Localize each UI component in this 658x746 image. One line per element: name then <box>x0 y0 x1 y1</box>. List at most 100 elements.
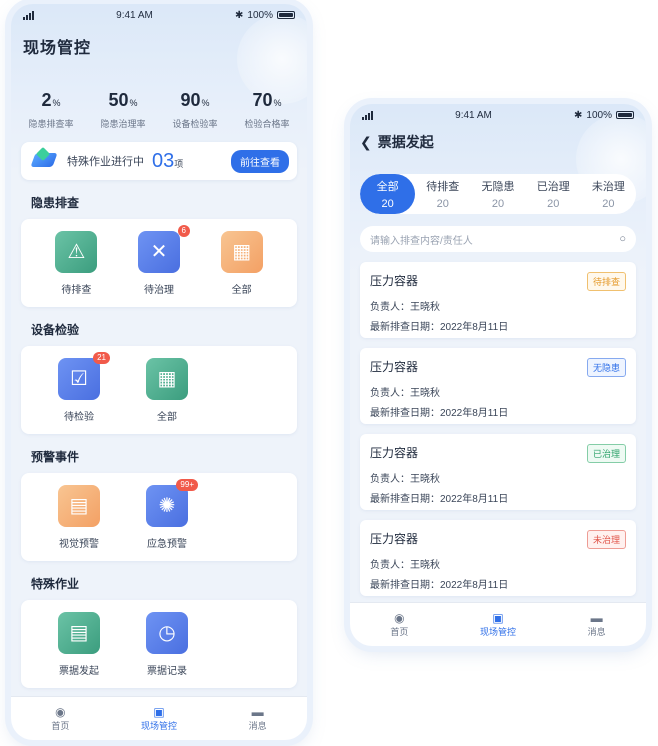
entry-label: 票据记录 <box>147 665 187 677</box>
entry-warning-search[interactable]: ⚠ 待排查 <box>35 230 118 296</box>
battery-icon <box>615 111 634 119</box>
tab-label: 现场管控 <box>479 627 516 637</box>
count-badge: 21 <box>93 351 110 364</box>
section-card: ▤ 视觉预警 ✺ 99+ 应急预警 <box>21 473 297 561</box>
signal-icon <box>362 110 373 120</box>
bottom-tab-bar: ◉ 首页 ▣ 现场管控 ▬ 消息 <box>350 602 646 646</box>
stat-number: 50 <box>108 90 129 110</box>
filter-tab[interactable]: 待排查 20 <box>415 174 470 214</box>
clipboard-icon: ▣ <box>492 611 504 625</box>
filter-tab[interactable]: 已治理 20 <box>526 174 581 214</box>
view-now-button[interactable]: 前往查看 <box>231 149 289 173</box>
tab-home[interactable]: ◉ 首页 <box>364 611 434 638</box>
battery-percent: 100% <box>247 9 273 21</box>
section-title: 特殊作业 <box>31 577 80 591</box>
stat-label: 设备检验率 <box>172 119 218 129</box>
siren-icon: ✺ 99+ <box>146 478 198 527</box>
tab-messages[interactable]: ▬ 消息 <box>562 611 632 638</box>
entry-label: 待治理 <box>144 284 174 296</box>
tab-label: 消息 <box>587 627 606 637</box>
entry-grid[interactable]: ▦ 全部 <box>123 357 211 423</box>
clipboard-icon: ▣ <box>153 705 165 719</box>
search-placeholder: 请输入排查内容/责任人 <box>370 235 473 247</box>
battery-icon <box>276 11 295 19</box>
filter-count: 20 <box>547 198 560 210</box>
stat-unit: % <box>52 98 61 108</box>
ticket-card[interactable]: 压力容器 负责人：王晓秋 最新排查日期：2022年8月11日 无隐患 <box>360 348 636 424</box>
document-warning-icon: ▤ <box>58 484 100 527</box>
stat-unit: % <box>201 98 210 108</box>
section-card: ☑ 21 待检验 ▦ 全部 <box>21 346 297 434</box>
ticket-owner: 负责人：王晓秋 <box>370 474 440 485</box>
entry-label: 视觉预警 <box>59 538 99 550</box>
filter-tab[interactable]: 无隐患 20 <box>470 174 525 214</box>
entry-clipboard-check[interactable]: ☑ 21 待检验 <box>35 351 123 423</box>
section-title: 设备检验 <box>31 323 80 337</box>
stat-item: 50% 隐患治理率 <box>92 90 154 130</box>
count-badge: 6 <box>177 224 190 237</box>
back-icon[interactable]: ❮ <box>360 134 372 151</box>
ticket-list: 压力容器 负责人：王晓秋 最新排查日期：2022年8月11日 待排查 压力容器 负责人：王… <box>350 262 646 596</box>
stat-value: 90% <box>164 90 226 111</box>
entry-label: 全部 <box>157 411 177 423</box>
entry-grid[interactable]: ▦ 全部 <box>200 230 283 296</box>
filter-label: 无隐患 <box>481 181 515 193</box>
search-input[interactable]: 请输入排查内容/责任人 ○ <box>360 226 636 252</box>
entry-document-clock[interactable]: ◷ 票据记录 <box>123 611 211 677</box>
warning-search-icon: ⚠ <box>55 230 98 273</box>
status-badge: 待排查 <box>586 272 626 291</box>
page-title: 现场管控 <box>23 40 92 57</box>
entry-label: 票据发起 <box>59 665 99 677</box>
battery-percent: 100% <box>586 109 612 121</box>
section-card: ▤ 票据发起 ◷ 票据记录 <box>21 600 297 688</box>
stat-label: 检验合格率 <box>244 119 290 129</box>
location-pin-icon: ◉ <box>55 705 66 719</box>
entry-siren[interactable]: ✺ 99+ 应急预警 <box>123 478 211 550</box>
chat-icon: ▬ <box>590 611 603 625</box>
cube-icon <box>29 146 61 173</box>
filter-count: 20 <box>602 198 615 210</box>
entry-document-warning[interactable]: ▤ 视觉预警 <box>35 484 123 550</box>
phone-ticket-initiate: 9:41 AM ✱ 100% ❮ 票据发起 全部 20 待排查 20 无隐患 20 已治理 20… <box>350 104 646 646</box>
ticket-date: 最新排查日期：2022年8月11日 <box>370 408 509 419</box>
filter-tab[interactable]: 未治理 20 <box>581 174 636 214</box>
status-bar: 9:41 AM ✱ 100% <box>11 4 307 26</box>
ticket-owner: 负责人：王晓秋 <box>370 388 440 399</box>
filter-tab[interactable]: 全部 20 <box>360 174 416 214</box>
tab-site-control[interactable]: ▣ 现场管控 <box>463 611 533 638</box>
special-work-banner[interactable]: 特殊作业进行中 03项 前往查看 <box>21 142 297 180</box>
filter-count: 20 <box>491 198 505 210</box>
chat-icon: ▬ <box>251 705 264 719</box>
stat-value: 2% <box>20 90 82 111</box>
document-icon: ▤ <box>58 611 100 654</box>
clipboard-check-icon: ☑ 21 <box>58 351 110 400</box>
grid-icon: ▦ <box>220 230 263 273</box>
ticket-date: 最新排查日期：2022年8月11日 <box>370 322 509 333</box>
entry-label: 全部 <box>231 284 252 296</box>
tab-site-control[interactable]: ▣ 现场管控 <box>124 705 194 732</box>
stat-item: 70% 检验合格率 <box>236 90 298 130</box>
filter-label: 已治理 <box>536 181 570 193</box>
ticket-card[interactable]: 压力容器 负责人：王晓秋 最新排查日期：2022年8月11日 待排查 <box>360 262 636 338</box>
section-title: 预警事件 <box>31 450 80 464</box>
stat-number: 70 <box>252 90 273 110</box>
entry-document[interactable]: ▤ 票据发起 <box>35 611 123 677</box>
location-pin-icon: ◉ <box>394 611 405 625</box>
bottom-tab-bar: ◉ 首页 ▣ 现场管控 ▬ 消息 <box>11 696 307 740</box>
search-icon[interactable]: ○ <box>619 233 626 245</box>
entry-tools[interactable]: ✕ 6 待治理 <box>118 224 201 296</box>
stat-label: 隐患治理率 <box>100 119 146 129</box>
status-bar: 9:41 AM ✱ 100% <box>350 104 646 126</box>
ticket-owner: 负责人：王晓秋 <box>370 302 440 313</box>
status-badge: 未治理 <box>586 530 626 549</box>
stat-item: 90% 设备检验率 <box>164 90 226 130</box>
grid-icon: ▦ <box>146 357 188 400</box>
page-title: 票据发起 <box>377 134 434 150</box>
stat-label: 隐患排查率 <box>28 119 74 129</box>
tools-icon: ✕ 6 <box>138 224 190 273</box>
tab-messages[interactable]: ▬ 消息 <box>223 705 293 732</box>
bluetooth-icon: ✱ <box>235 9 244 21</box>
ticket-card[interactable]: 压力容器 负责人：王晓秋 最新排查日期：2022年8月11日 已治理 <box>360 434 636 510</box>
ticket-card[interactable]: 压力容器 负责人：王晓秋 最新排查日期：2022年8月11日 未治理 <box>360 520 636 596</box>
tab-home[interactable]: ◉ 首页 <box>25 705 95 732</box>
